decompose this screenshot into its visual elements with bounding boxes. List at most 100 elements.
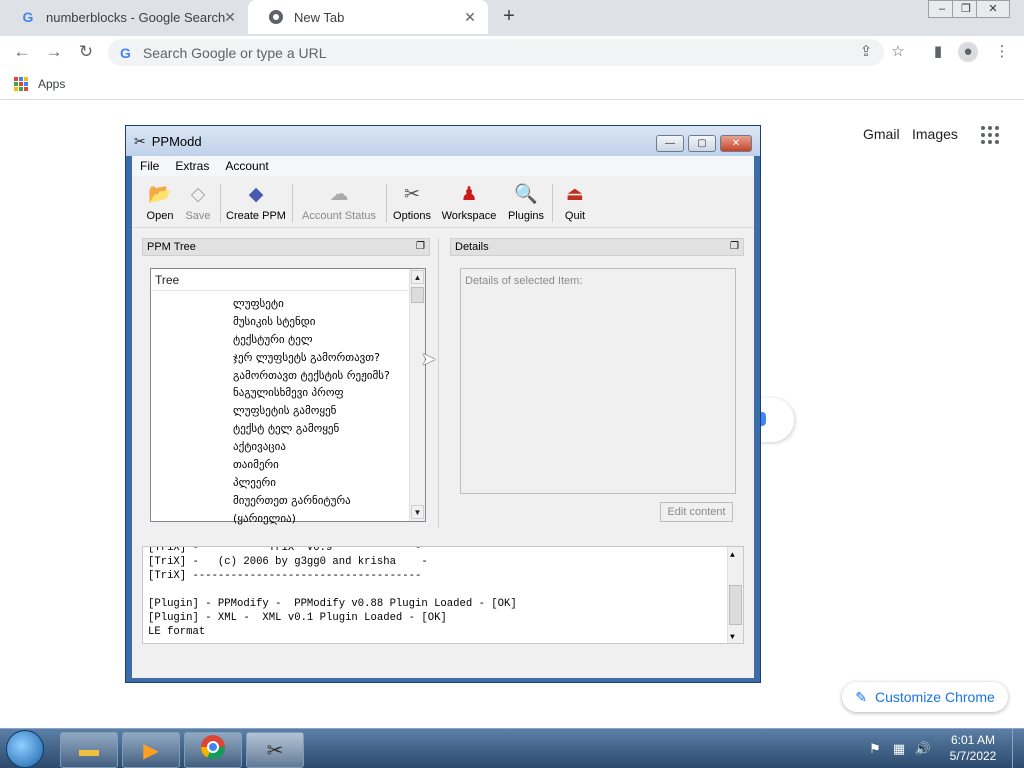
new-tab-button[interactable]: + [498,6,520,28]
tab-new-tab[interactable]: New Tab ✕ [248,0,488,34]
log-scrollbar[interactable]: ▲ ▼ [727,547,743,643]
open-button[interactable]: 📂 Open [142,182,178,226]
google-g-icon: G [120,44,131,61]
toolbar-separator [220,184,221,222]
scroll-down-icon[interactable]: ▼ [730,631,735,643]
network-icon[interactable]: ▦ [890,740,908,758]
scroll-thumb[interactable] [729,585,742,625]
options-label: Options [393,210,431,222]
tree-item[interactable]: გამორთავთ ტექსტის რეჟიმს? [233,367,409,385]
quit-button[interactable]: ⏏ Quit [558,182,592,226]
tree-column-header[interactable]: Tree [151,269,409,291]
menu-extras[interactable]: Extras [167,159,217,173]
tab-title: New Tab [294,9,345,25]
account-status-button[interactable]: ☁ Account Status [298,182,380,226]
plugins-label: Plugins [507,210,545,222]
media-player-icon: ▶ [143,739,159,762]
account-status-icon: ☁ [329,183,349,205]
scroll-up-icon[interactable]: ▲ [411,270,424,284]
workspace-label: Workspace [441,210,497,222]
bookmark-star-icon[interactable]: ☆ [888,42,908,62]
details-label: Details of selected Item: [465,275,583,287]
scroll-thumb[interactable] [411,287,424,303]
plugins-button[interactable]: 🔍 Plugins [506,182,546,226]
ppm-minimize-button[interactable]: — [656,135,684,152]
quit-label: Quit [564,210,586,222]
menu-icon[interactable]: ⋮ [992,42,1012,62]
edit-content-button[interactable]: Edit content [660,502,733,522]
close-tab-icon[interactable]: ✕ [222,9,238,25]
menu-file[interactable]: File [132,159,167,173]
bookmarks-bar: Apps [0,70,1024,100]
tree-item[interactable]: ლუფსეტის გამოყენ [233,402,409,420]
create-ppm-button[interactable]: ◆ Create PPM [226,182,286,226]
reload-icon[interactable]: ↻ [76,42,96,62]
options-button[interactable]: ✂ Options [392,182,432,226]
tree-item[interactable]: მუსიკის სტენდი [233,313,409,331]
ppmodd-taskbar-button[interactable]: ✂ [246,732,304,768]
undock-icon[interactable]: ❐ [416,239,425,255]
forward-icon[interactable]: → [44,42,64,62]
ppm-close-button[interactable]: ✕ [720,135,752,152]
tree-item[interactable]: ლუფსეტი [233,295,409,313]
log-line: [TriX] - TriX v0.9 - [148,546,422,554]
apps-bookmark[interactable]: Apps [38,77,65,91]
back-icon[interactable]: ← [12,42,32,62]
workspace-button[interactable]: ♟ Workspace [440,182,498,226]
show-desktop-button[interactable] [1012,729,1024,768]
log-line: [TriX] - (c) 2006 by g3gg0 and krisha - [148,556,428,568]
save-button[interactable]: ◇ Save [182,182,214,226]
side-panel-icon[interactable]: ▮ [928,42,948,62]
google-apps-icon[interactable] [981,126,999,144]
save-icon: ◇ [190,183,206,205]
tree-item[interactable]: თაიმერი [233,456,409,474]
details-box: Details of selected Item: [460,268,736,494]
log-output[interactable]: [TriX] - TriX v0.9 - [TriX] - (c) 2006 by… [142,546,744,644]
details-panel-header: Details ❐ [450,238,744,256]
menu-account[interactable]: Account [217,159,276,173]
system-clock[interactable]: 6:01 AM 5/7/2022 [940,732,1006,766]
chrome-icon [268,9,284,25]
volume-icon[interactable]: 🔊 [914,740,932,758]
ppmodd-titlebar[interactable]: ✂ PPModd — ▢ ✕ [126,126,760,156]
panel-splitter[interactable] [438,238,439,528]
tree-item[interactable]: ჯერ ლუფსეტს გამორთავთ? [233,349,409,367]
action-center-icon[interactable]: ⚑ [866,740,884,758]
log-line: [Plugin] - PPModify - PPModify v0.88 Plu… [148,598,517,610]
customize-chrome-button[interactable]: ✎ Customize Chrome [842,682,1008,712]
tree-item[interactable]: აქტივაცია [233,438,409,456]
google-g-icon: G [22,9,34,25]
tree-item[interactable]: (ყარიელია) [233,510,409,528]
tree-item[interactable]: პლეერი [233,474,409,492]
magnifier-icon: 🔍 [514,184,538,205]
start-button[interactable] [6,730,44,768]
tree-scrollbar[interactable]: ▲ ▼ [409,269,425,521]
tools-icon: ✂ [404,183,420,205]
chrome-taskbar-button[interactable] [184,732,242,768]
undock-icon[interactable]: ❐ [730,239,739,255]
scroll-up-icon[interactable]: ▲ [730,549,735,563]
images-link[interactable]: Images [912,126,958,142]
tree-item[interactable]: ტექსტ ტელ გამოყენ [233,420,409,438]
tree-view[interactable]: Tree ლუფსეტი მუსიკის სტენდი ტექსტური ტელ… [150,268,426,525]
details-title: Details [455,241,489,253]
ppm-tree-panel-header: PPM Tree ❐ [142,238,430,256]
quit-icon: ⏏ [566,183,584,205]
omnibox[interactable]: G Search Google or type a URL [108,39,884,66]
ppm-maximize-button[interactable]: ▢ [688,135,716,152]
scroll-down-icon[interactable]: ▼ [411,505,424,519]
close-tab-icon[interactable]: ✕ [462,9,478,25]
clock-date: 5/7/2022 [949,749,997,763]
gmail-link[interactable]: Gmail [863,126,900,142]
tree-item[interactable]: მიუერთეთ გარნიტურა [233,492,409,510]
explorer-taskbar-button[interactable]: ▬ [60,732,118,768]
tree-item[interactable]: ტექსტური ტელ [233,331,409,349]
mouse-cursor-icon: ➤ [421,349,437,369]
tab-numberblocks[interactable]: G numberblocks - Google Search ✕ [0,0,248,34]
media-player-taskbar-button[interactable]: ▶ [122,732,180,768]
tree-item[interactable]: ნაგულისხმევი პროფ [233,384,409,402]
close-window-button[interactable]: ✕ [976,0,1010,18]
profile-icon[interactable]: ● [958,42,978,62]
log-line: LE format [148,626,206,638]
share-icon[interactable]: ⇪ [856,42,876,62]
